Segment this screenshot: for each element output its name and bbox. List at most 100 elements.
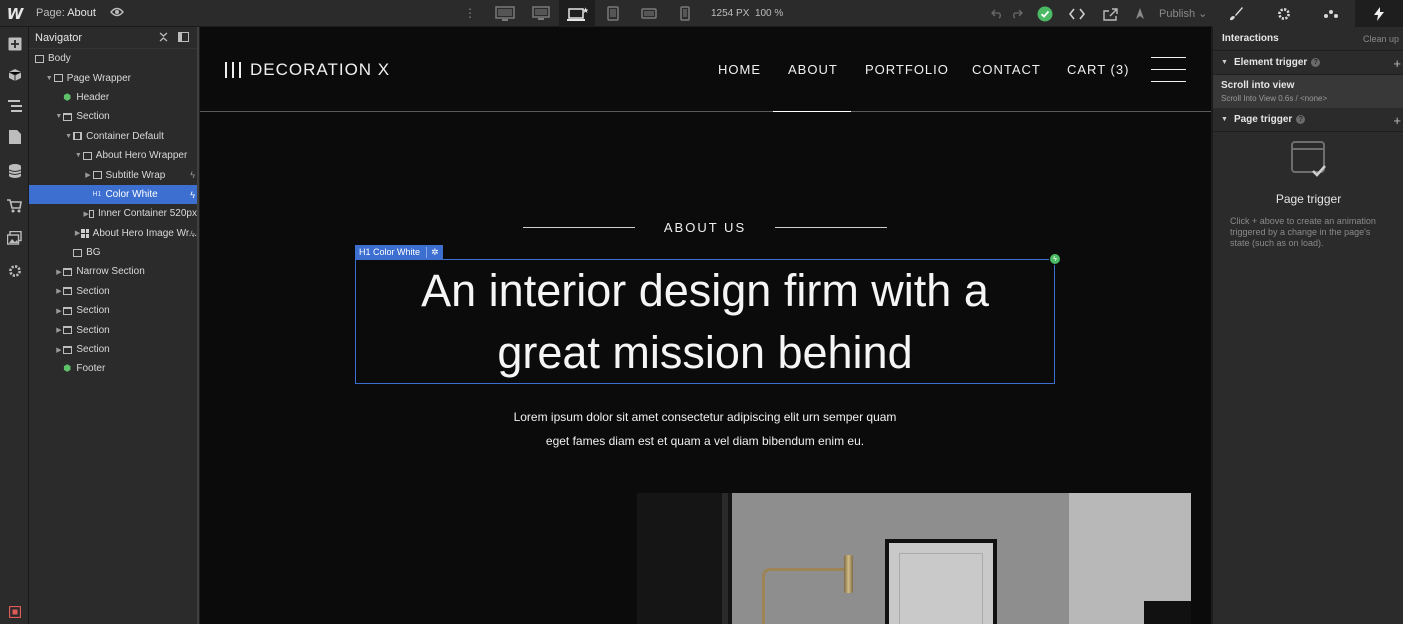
nav-link-portfolio[interactable]: PORTFOLIO [865,62,949,77]
interactions-panel: Interactions Clean up ▼ Element trigger … [1212,27,1403,624]
caret-down-icon[interactable]: ▼ [74,152,83,159]
caret-down-icon[interactable]: ▼ [64,133,73,140]
element-settings-gear-icon[interactable]: ✲ [426,246,439,258]
page-trigger-section[interactable]: ▼ Page trigger ? + [1213,108,1403,132]
record-stop-icon[interactable] [0,597,29,624]
dock-panel-icon[interactable] [178,32,189,42]
navigator-tree-row[interactable]: ▶ Section [29,320,197,339]
element-box-icon [35,54,44,63]
components-box-icon[interactable] [0,60,29,90]
element-box-icon [88,209,95,218]
caret-right-icon[interactable]: ▶ [54,268,63,276]
publish-button[interactable]: Publish ⌄ [1159,7,1207,20]
more-dots-icon[interactable]: ⋮ [464,6,476,20]
style-brush-icon[interactable] [1212,0,1260,27]
element-box-icon [82,151,92,160]
pages-icon[interactable] [0,122,29,152]
caret-right-icon[interactable]: ▶ [74,229,81,237]
navigator-tree-row[interactable]: ▶ About Hero Image Wr... ϟ [29,224,197,243]
interaction-bolt-icon: ϟ [190,170,195,181]
collapse-all-icon[interactable] [159,32,168,42]
nav-link-contact[interactable]: CONTACT [972,62,1041,77]
interaction-bolt-badge-icon[interactable]: ϟ [1049,253,1061,265]
navigator-tree-label: Color White [105,188,158,200]
preview-eye-icon[interactable] [110,5,124,19]
trigger-item-scroll-into-view[interactable]: Scroll into view Scroll Into View 0.6s /… [1213,75,1403,108]
device-desktop-xl-icon[interactable] [487,0,523,27]
svg-text:★: ★ [582,6,588,15]
nav-link-cart[interactable]: CART (3) [1067,62,1129,77]
caret-right-icon[interactable]: ▶ [54,287,63,295]
navigator-tree-row[interactable]: Body [29,49,197,68]
navigator-tree-row[interactable]: BG [29,243,197,262]
caret-right-icon[interactable]: ▶ [54,346,63,354]
page-selector[interactable]: Page: About [36,7,96,19]
caret-down-icon[interactable]: ▼ [54,113,63,120]
status-check-icon[interactable] [1035,0,1055,27]
ecommerce-cart-icon[interactable] [0,191,29,221]
interactions-bolt-icon[interactable] [1355,0,1403,27]
navigator-tree-row[interactable]: ▶ Section [29,301,197,320]
add-icon[interactable] [0,29,29,59]
nav-link-home[interactable]: HOME [718,62,761,77]
element-trigger-section[interactable]: ▼ Element trigger ? + [1213,51,1403,75]
code-icon[interactable] [1066,0,1088,27]
assets-icon[interactable] [0,223,29,253]
navigator-tree-row[interactable]: ▶ Section [29,340,197,359]
drops-icon[interactable] [1308,0,1356,27]
navigator-tree-row[interactable]: ▼ Container Default [29,127,197,146]
help-icon[interactable]: ? [1296,115,1306,124]
interactions-header: Interactions Clean up [1213,27,1403,51]
navigator-tree-label: Narrow Section [76,266,145,278]
navigator-tree-row[interactable]: ▶ Section [29,282,197,301]
navigator-tree-row[interactable]: ▼ About Hero Wrapper [29,146,197,165]
navigator-tree-label: About Hero Image Wr... [92,227,197,239]
add-element-trigger-button[interactable]: + [1393,56,1401,71]
cms-database-icon[interactable] [0,156,29,186]
navigator-tree-row[interactable]: ⬢ Header [29,88,197,107]
device-mobile-portrait-icon[interactable] [667,0,703,27]
add-page-trigger-button[interactable]: + [1393,113,1401,128]
selected-element-tag[interactable]: H1 Color White ✲ [355,245,443,259]
hamburger-menu-icon[interactable] [1151,57,1186,93]
navigator-tree-row[interactable]: ▼ Section [29,107,197,126]
export-share-icon[interactable] [1100,0,1122,27]
device-desktop-base-icon[interactable]: ★ [559,0,595,27]
navigator-tree-label: Section [76,305,110,317]
site-navbar: DECORATION X HOME ABOUT PORTFOLIO CONTAC… [200,27,1211,112]
navigator-tree-row[interactable]: ⬢ Footer [29,359,197,378]
caret-right-icon[interactable]: ▶ [84,171,93,179]
hero-paragraph-line-1: Lorem ipsum dolor sit amet consectetur a… [513,410,897,424]
hero-interior-image[interactable] [637,493,1191,624]
device-desktop-large-icon[interactable] [523,0,559,27]
navigator-tree-row[interactable]: ▶ Inner Container 520px [29,204,198,223]
help-icon[interactable]: ? [1311,58,1321,67]
device-mobile-landscape-icon[interactable] [631,0,667,27]
design-canvas[interactable]: DECORATION X HOME ABOUT PORTFOLIO CONTAC… [200,27,1211,624]
navigator-tree-row[interactable]: H1 Color White ϟ [29,184,197,205]
site-brand[interactable]: DECORATION X [225,60,390,80]
redo-icon[interactable] [1008,0,1026,27]
nav-link-about[interactable]: ABOUT [788,62,838,77]
interactions-title: Interactions [1222,33,1279,44]
hero-heading-selected[interactable]: An interior design firm with a great mis… [355,259,1055,384]
caret-down-icon[interactable]: ▼ [45,75,54,82]
symbol-icon: ⬢ [63,91,72,102]
caret-right-icon[interactable]: ▶ [54,326,63,334]
caret-right-icon[interactable]: ▶ [54,307,63,315]
undo-icon[interactable] [988,0,1006,27]
empty-state-description: Click + above to create an animation tri… [1230,216,1376,248]
settings-gear-icon[interactable] [1260,0,1308,27]
settings-icon[interactable] [0,256,29,286]
grid-icon [81,228,89,238]
image-door-edge [722,493,728,624]
device-tablet-icon[interactable] [595,0,631,27]
navigator-tree-row[interactable]: ▶ Narrow Section [29,262,197,281]
navigator-tree-row[interactable]: ▼ Page Wrapper [29,68,197,87]
left-toolbar [0,27,29,624]
navigator-icon[interactable] [0,91,29,121]
navigator-tree-row[interactable]: ▶ Subtitle Wrap ϟ [29,165,197,184]
webflow-logo[interactable]: W [0,0,30,27]
section-icon [63,287,73,296]
clean-up-button[interactable]: Clean up [1363,34,1399,44]
